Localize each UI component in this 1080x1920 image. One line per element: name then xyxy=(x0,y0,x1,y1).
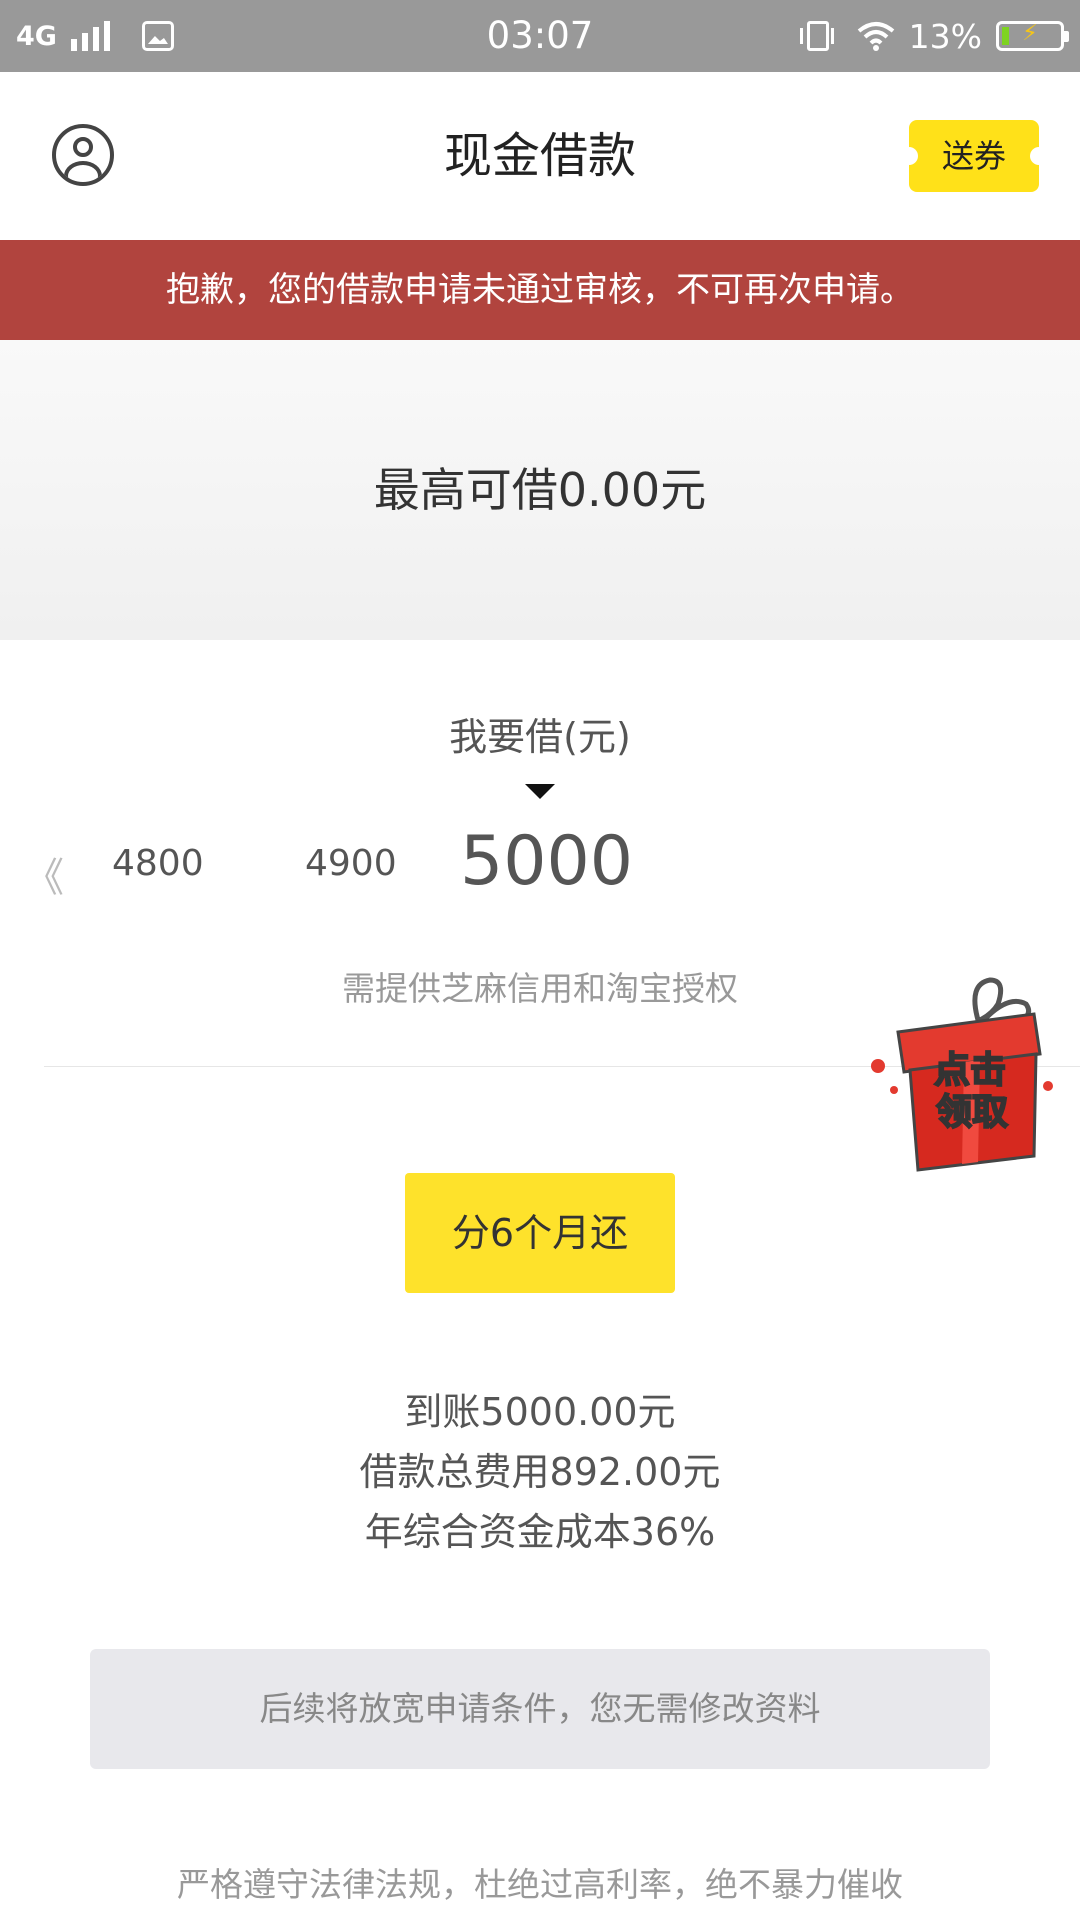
rejection-banner: 抱歉，您的借款申请未通过审核，不可再次申请。 xyxy=(0,240,1080,340)
amount-selected[interactable]: 5000 xyxy=(460,822,633,901)
annual-cost: 年综合资金成本36% xyxy=(364,1510,716,1554)
scroll-left-arrow-icon[interactable]: 《 xyxy=(24,845,64,903)
received-amount: 到账5000.00元 xyxy=(404,1390,676,1434)
borrow-amount-label: 我要借(元) xyxy=(449,715,631,759)
gift-box-button[interactable]: 点击 领取 xyxy=(858,974,1058,1180)
gift-box-icon: 点击 领取 xyxy=(871,977,1053,1172)
total-fee: 借款总费用892.00元 xyxy=(359,1450,721,1494)
amount-option-4900[interactable]: 4900 xyxy=(305,843,397,884)
status-right: 13% ⚡ xyxy=(799,0,1069,72)
coupon-button[interactable]: 送券 xyxy=(900,120,1048,192)
installment-button[interactable]: 分6个月还 xyxy=(405,1173,675,1293)
status-bar: 4G 03:07 13% ⚡ xyxy=(0,0,1080,72)
wifi-icon xyxy=(857,21,895,51)
selection-pointer-icon xyxy=(525,784,555,799)
amount-option-4800[interactable]: 4800 xyxy=(112,843,204,884)
app-header: 现金借款 送券 xyxy=(0,72,1080,240)
credit-limit-section: 最高可借0.00元 xyxy=(0,340,1080,640)
battery-icon: ⚡ xyxy=(996,21,1069,51)
loan-summary: 到账5000.00元 借款总费用892.00元 年综合资金成本36% xyxy=(0,1382,1080,1562)
battery-percent: 13% xyxy=(908,16,982,56)
user-avatar-icon[interactable] xyxy=(52,124,114,186)
gift-line-1: 点击 xyxy=(934,1050,1006,1091)
vibrate-icon xyxy=(799,21,834,51)
notice-box: 后续将放宽申请条件，您无需修改资料 xyxy=(90,1649,990,1769)
charging-bolt-icon: ⚡ xyxy=(1022,21,1038,46)
gift-line-2: 领取 xyxy=(936,1092,1008,1133)
compliance-footer: 严格遵守法律法规，杜绝过高利率，绝不暴力催收 xyxy=(177,1865,903,1904)
max-amount-text: 最高可借0.00元 xyxy=(373,463,707,517)
